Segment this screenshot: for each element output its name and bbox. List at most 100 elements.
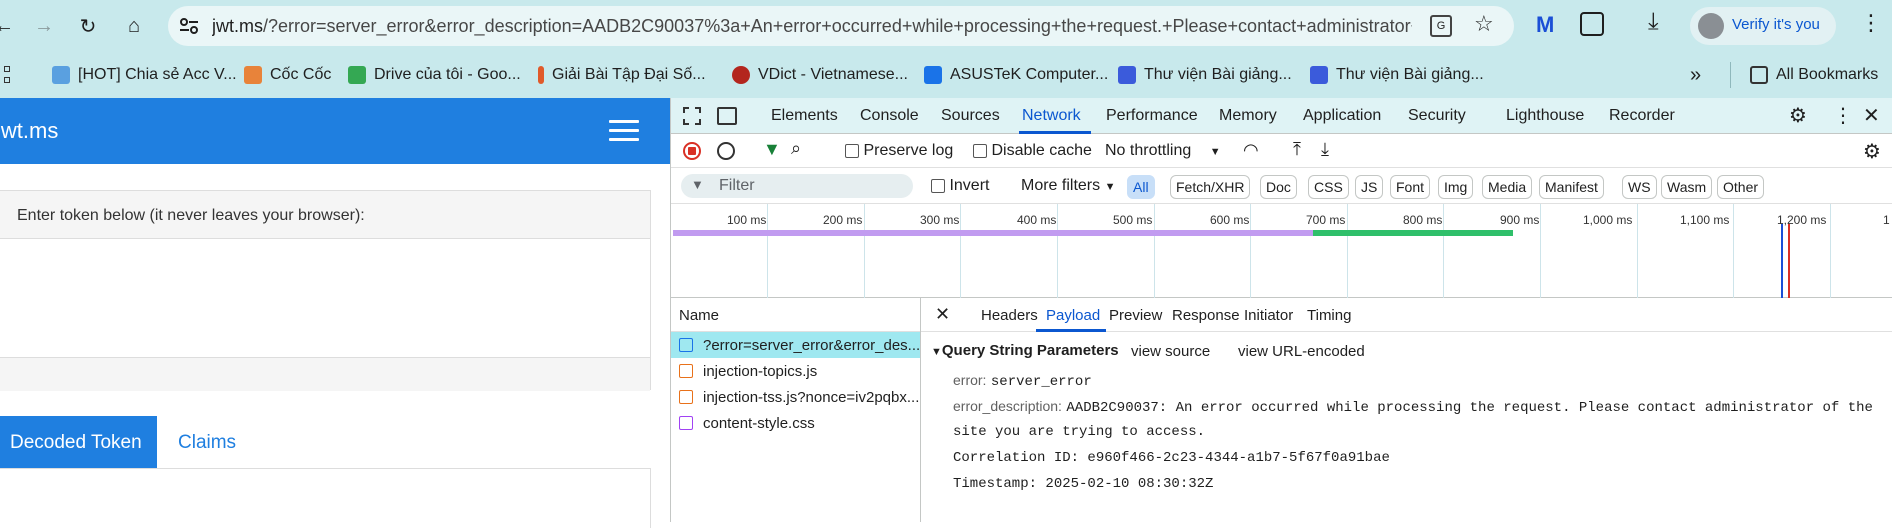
chip-all[interactable]: All (1127, 175, 1155, 199)
record-stop-icon[interactable] (683, 142, 701, 160)
chip-fetch-xhr[interactable]: Fetch/XHR (1170, 175, 1251, 199)
query-params-toggle[interactable]: ▼Query String Parameters (931, 342, 1119, 359)
tab-preview[interactable]: Preview (1109, 307, 1162, 324)
bookmark-0[interactable]: [HOT] Chia sẻ Acc V... (52, 64, 237, 86)
translate-icon[interactable]: G (1430, 15, 1452, 37)
tab-timing[interactable]: Timing (1307, 307, 1351, 324)
token-input[interactable] (0, 239, 650, 355)
chip-ws[interactable]: WS (1622, 175, 1657, 199)
tab-application[interactable]: Application (1303, 107, 1381, 125)
tab-headers[interactable]: Headers (981, 307, 1038, 324)
name-column-header[interactable]: Name (671, 298, 920, 332)
timestamp: Timestamp: 2025-02-10 08:30:32Z (953, 476, 1214, 492)
bookmark-label: VDict - Vietnamese... (758, 66, 908, 83)
filter-bar: ▼ Filter Invert More filters ▼ All Fetch… (671, 168, 1892, 204)
request-name: injection-tss.js?nonce=iv2pqbx... (703, 388, 920, 406)
request-row[interactable]: ?error=server_error&error_des... (671, 332, 920, 358)
filter-icon: ▼ (691, 177, 704, 192)
extension-m-icon[interactable]: M (1536, 12, 1554, 38)
more-filters-dropdown[interactable]: More filters ▼ (1021, 177, 1115, 195)
forward-icon[interactable]: → (28, 10, 60, 42)
chip-css[interactable]: CSS (1308, 175, 1349, 199)
chip-other[interactable]: Other (1717, 175, 1765, 199)
view-source-link[interactable]: view source (1131, 343, 1210, 360)
tab-decoded-token[interactable]: Decoded Token (0, 416, 157, 468)
extensions-icon[interactable] (1580, 12, 1604, 36)
chip-img[interactable]: Img (1438, 175, 1474, 199)
tab-elements[interactable]: Elements (771, 107, 838, 125)
view-url-encoded-link[interactable]: view URL-encoded (1238, 343, 1365, 360)
close-devtools-icon[interactable]: ✕ (1863, 103, 1880, 128)
bookmarks-overflow-icon[interactable]: » (1690, 64, 1701, 86)
profile-label: Verify it's you (1732, 16, 1820, 33)
bookmark-2[interactable]: Drive của tôi - Goo... (348, 64, 521, 86)
disable-cache-checkbox[interactable]: Disable cache (973, 142, 1092, 160)
tab-memory[interactable]: Memory (1219, 107, 1277, 125)
brand-title[interactable]: jwt.ms (0, 118, 58, 144)
apps-grid-icon[interactable] (0, 66, 12, 84)
chip-media[interactable]: Media (1482, 175, 1533, 199)
all-bookmarks[interactable]: All Bookmarks (1750, 64, 1878, 86)
settings-gear-icon[interactable]: ⚙ (1789, 103, 1807, 128)
network-timeline[interactable]: 100 ms 200 ms 300 ms 400 ms 500 ms 600 m… (671, 204, 1892, 298)
address-bar[interactable]: jwt.ms/?error=server_error&error_descrip… (168, 6, 1514, 46)
bookmark-4[interactable]: VDict - Vietnamese... (732, 64, 908, 86)
avatar (1698, 13, 1724, 39)
request-row[interactable]: injection-tss.js?nonce=iv2pqbx... (671, 384, 920, 410)
invert-label: Invert (949, 177, 990, 194)
tab-payload[interactable]: Payload (1046, 307, 1100, 324)
result-tabs: Decoded Token Claims (0, 416, 670, 468)
param-key: error_description: (953, 398, 1062, 414)
reload-icon[interactable]: ↻ (72, 10, 104, 42)
tab-sources[interactable]: Sources (941, 107, 1000, 125)
home-icon[interactable]: ⌂ (118, 10, 150, 42)
chip-js[interactable]: JS (1355, 175, 1384, 199)
inspect-element-icon[interactable] (683, 107, 701, 125)
filter-funnel-icon[interactable]: ▼ (763, 139, 781, 160)
tab-response[interactable]: Response (1172, 307, 1240, 324)
download-icon[interactable]: ⤓ (1648, 8, 1659, 36)
param-value-continued: site you are trying to access. (953, 424, 1206, 440)
filter-input[interactable]: ▼ Filter (681, 174, 913, 198)
tab-console[interactable]: Console (860, 107, 919, 125)
tab-network[interactable]: Network (1022, 107, 1081, 125)
tab-claims[interactable]: Claims (178, 432, 236, 454)
bookmark-7[interactable]: Thư viện Bài giảng... (1310, 64, 1484, 86)
request-row[interactable]: injection-topics.js (671, 358, 920, 384)
site-info-icon[interactable] (178, 15, 200, 37)
throttling-select[interactable]: No throttling ▼ (1105, 142, 1221, 160)
bookmark-3[interactable]: Giải Bài Tập Đại Số... (538, 64, 706, 86)
import-har-icon[interactable]: ⤒ (1293, 139, 1301, 160)
bookmark-1[interactable]: Cốc Cốc (244, 64, 331, 86)
tab-initiator[interactable]: Initiator (1244, 307, 1293, 324)
bookmark-6[interactable]: Thư viện Bài giảng... (1118, 64, 1292, 86)
close-details-icon[interactable]: ✕ (935, 304, 950, 325)
bookmark-5[interactable]: ASUSTeK Computer... (924, 64, 1108, 86)
clear-icon[interactable] (717, 142, 735, 160)
invert-checkbox[interactable]: Invert (931, 177, 989, 195)
network-conditions-icon[interactable]: ◠ (1243, 140, 1259, 161)
timeline-tick-label: 1,100 ms (1680, 213, 1730, 227)
tab-performance[interactable]: Performance (1106, 107, 1198, 125)
preserve-log-checkbox[interactable]: Preserve log (845, 142, 953, 160)
hamburger-menu-icon[interactable] (609, 120, 639, 142)
chip-manifest[interactable]: Manifest (1539, 175, 1604, 199)
device-toolbar-icon[interactable] (717, 107, 737, 125)
menu-kebab-icon[interactable]: ⋮ (1860, 10, 1882, 36)
network-settings-gear-icon[interactable]: ⚙ (1863, 139, 1881, 164)
url-text[interactable]: jwt.ms/?error=server_error&error_descrip… (212, 16, 1412, 37)
request-row[interactable]: content-style.css (671, 410, 920, 436)
search-icon[interactable]: ⌕ (791, 138, 801, 159)
chip-wasm[interactable]: Wasm (1661, 175, 1713, 199)
devtools-menu-icon[interactable]: ⋮ (1833, 103, 1853, 128)
tab-recorder[interactable]: Recorder (1609, 107, 1675, 125)
decoded-token-panel (0, 468, 651, 528)
back-icon[interactable]: ← (0, 10, 20, 42)
bookmark-star-icon[interactable]: ☆ (1474, 11, 1494, 37)
export-har-icon[interactable]: ⤓ (1321, 139, 1329, 160)
chip-font[interactable]: Font (1390, 175, 1431, 199)
tab-lighthouse[interactable]: Lighthouse (1506, 107, 1584, 125)
profile-button[interactable]: Verify it's you (1690, 7, 1836, 45)
tab-security[interactable]: Security (1408, 107, 1466, 125)
chip-doc[interactable]: Doc (1260, 175, 1297, 199)
